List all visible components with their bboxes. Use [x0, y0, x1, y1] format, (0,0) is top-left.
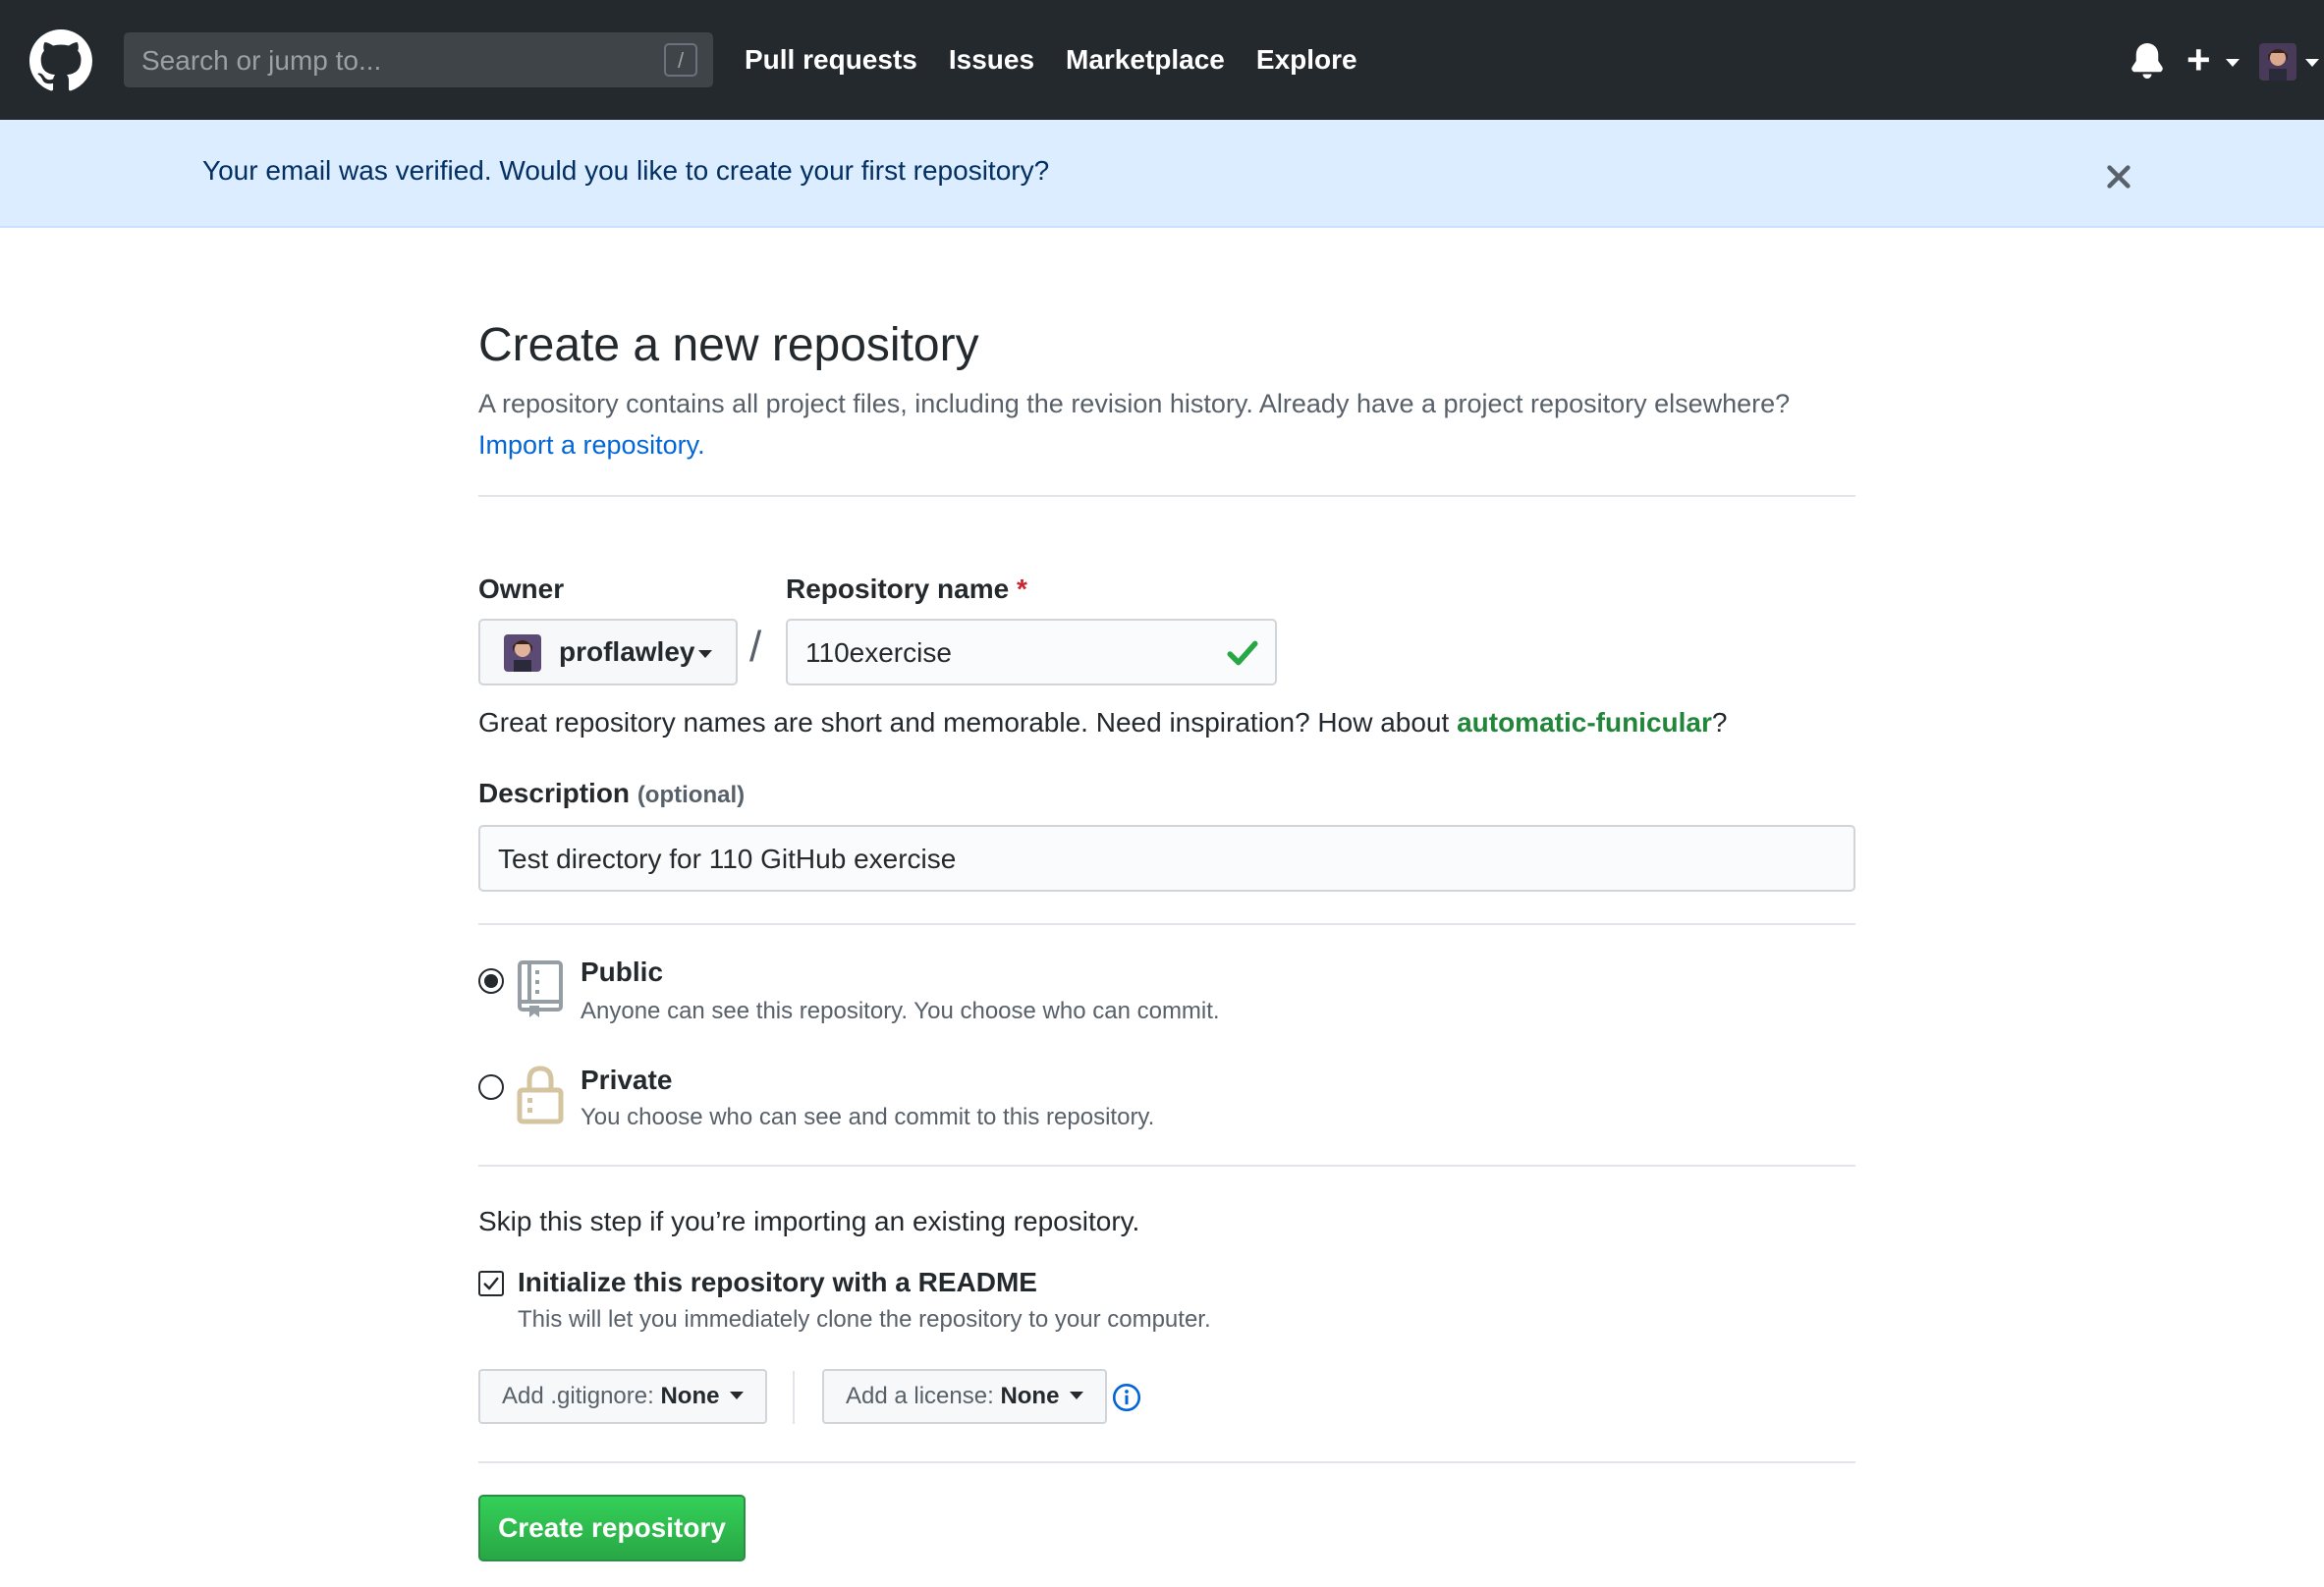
description-label: Description (optional): [478, 778, 745, 809]
create-repository-button[interactable]: Create repository: [478, 1495, 746, 1561]
import-repository-link[interactable]: Import a repository.: [478, 430, 705, 460]
description-input[interactable]: [496, 827, 1836, 892]
lock-icon: [517, 1066, 564, 1124]
public-radio[interactable]: [478, 968, 504, 994]
hint-text: Great repository names are short and mem…: [478, 707, 1450, 738]
private-radio[interactable]: [478, 1074, 504, 1100]
info-icon[interactable]: [1112, 1383, 1141, 1412]
chevron-down-icon: [1070, 1392, 1084, 1399]
hint-suffix: ?: [1711, 707, 1728, 738]
checkmark-icon: [483, 1277, 499, 1290]
page-title: Create a new repository: [478, 319, 979, 371]
gitignore-label: Add .gitignore:: [502, 1383, 654, 1409]
owner-label: Owner: [478, 574, 565, 604]
owner-avatar: [504, 634, 541, 672]
check-icon: [1227, 640, 1258, 666]
header-actions: +: [2088, 0, 2324, 120]
optional-tag: (optional): [636, 782, 746, 808]
required-mark: *: [1016, 574, 1027, 604]
description-field[interactable]: [478, 825, 1855, 892]
chevron-down-icon: [730, 1392, 745, 1399]
owner-repo-separator: /: [749, 623, 762, 671]
gitignore-select[interactable]: Add .gitignore: None: [478, 1369, 768, 1424]
close-icon[interactable]: [2104, 162, 2133, 192]
new-menu-button[interactable]: +: [2186, 39, 2211, 81]
private-title[interactable]: Private: [581, 1065, 672, 1096]
owner-name: proflawley: [559, 636, 695, 667]
subtitle-text: A repository contains all project files,…: [478, 389, 1791, 418]
public-description: Anyone can see this repository. You choo…: [581, 998, 1220, 1024]
nav-pull-requests[interactable]: Pull requests: [745, 44, 917, 76]
private-description: You choose who can see and commit to thi…: [581, 1104, 1155, 1130]
repo-book-icon: [518, 960, 563, 1017]
search-input[interactable]: [139, 32, 654, 89]
divider: [478, 1461, 1855, 1463]
readme-description: This will let you immediately clone the …: [518, 1306, 1211, 1333]
search-box[interactable]: /: [124, 32, 713, 89]
divider: [478, 1165, 1855, 1167]
skip-note: Skip this step if you’re importing an ex…: [478, 1206, 1140, 1236]
select-separator: [793, 1371, 795, 1424]
repository-name-label: Repository name *: [786, 574, 1027, 605]
repository-name-label-text: Repository name: [786, 574, 1010, 604]
nav-issues[interactable]: Issues: [949, 44, 1034, 76]
github-logo-icon[interactable]: [29, 29, 92, 92]
gitignore-value: None: [660, 1383, 720, 1409]
suggested-name-link[interactable]: automatic-funicular: [1457, 707, 1712, 738]
banner-message: Your email was verified. Would you like …: [202, 155, 1050, 186]
divider: [478, 495, 1855, 497]
license-select[interactable]: Add a license: None: [822, 1369, 1108, 1424]
user-avatar[interactable]: [2259, 43, 2296, 81]
repo-name-hint: Great repository names are short and mem…: [478, 707, 1727, 739]
repository-name-input[interactable]: [803, 621, 1220, 685]
header-nav: Pull requests Issues Marketplace Explore: [745, 0, 1357, 120]
email-verified-banner: Your email was verified. Would you like …: [0, 120, 2324, 228]
repository-name-field[interactable]: [786, 619, 1277, 685]
nav-marketplace[interactable]: Marketplace: [1066, 44, 1225, 76]
readme-checkbox[interactable]: [478, 1271, 504, 1296]
nav-explore[interactable]: Explore: [1256, 44, 1357, 76]
search-shortcut-hint: /: [664, 43, 697, 77]
divider: [478, 923, 1855, 925]
user-menu-caret-icon[interactable]: [2305, 59, 2319, 67]
bell-icon[interactable]: [2130, 43, 2165, 79]
top-header: / Pull requests Issues Marketplace Explo…: [0, 0, 2324, 120]
chevron-down-icon: [698, 650, 712, 658]
owner-select[interactable]: proflawley: [478, 619, 738, 685]
public-title[interactable]: Public: [581, 957, 663, 988]
new-menu-caret-icon[interactable]: [2226, 59, 2240, 67]
license-label: Add a license:: [846, 1383, 994, 1409]
readme-label[interactable]: Initialize this repository with a README: [518, 1267, 1037, 1298]
description-label-text: Description: [478, 778, 631, 808]
page-subtitle: A repository contains all project files,…: [478, 383, 1873, 465]
license-value: None: [1000, 1383, 1060, 1409]
